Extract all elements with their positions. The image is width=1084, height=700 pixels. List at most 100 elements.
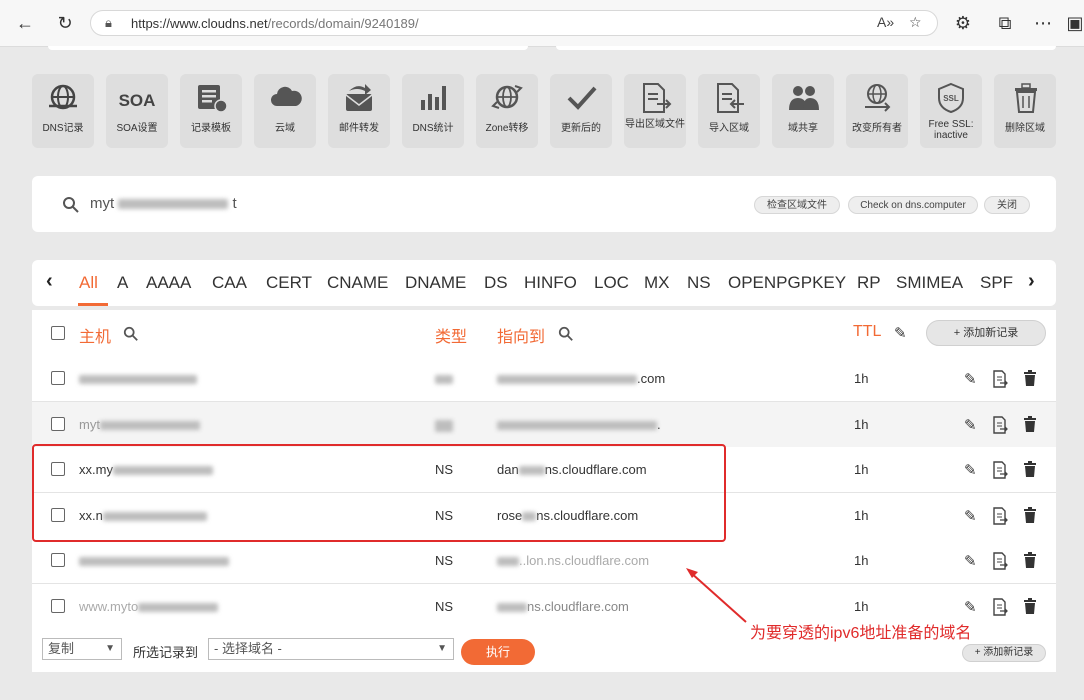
bulk-action-select[interactable]: 复制 ▼ [42, 638, 122, 660]
row-target: .com [497, 371, 665, 386]
tab-spf[interactable]: SPF [980, 273, 1013, 293]
execute-button[interactable]: 执行 [461, 639, 535, 665]
export-record-icon[interactable] [992, 416, 1008, 439]
add-record-button-footer[interactable]: + 添加新记录 [962, 644, 1046, 662]
reload-icon[interactable]: ↻ [54, 12, 76, 34]
tab-hinfo[interactable]: HINFO [524, 273, 577, 293]
row-checkbox[interactable] [51, 553, 65, 567]
edit-pencil-icon[interactable]: ✎ [964, 552, 977, 570]
edit-pencil-icon[interactable]: ✎ [894, 324, 907, 342]
chevron-right-icon[interactable]: › [1028, 270, 1035, 293]
tab-ds[interactable]: DS [484, 273, 508, 293]
move-to-label: 所选记录到 [133, 645, 199, 660]
tile-import-zone[interactable]: 导入区域 [698, 74, 760, 148]
row-ttl: 1h [854, 371, 869, 386]
column-host[interactable]: 主机 [79, 323, 111, 347]
check-dns-computer-button[interactable]: Check on dns.computer [848, 196, 978, 214]
tab-openpgpkey[interactable]: OPENPGPKEY [728, 273, 846, 293]
tab-dname[interactable]: DNAME [405, 273, 466, 293]
column-type[interactable]: 类型 [435, 323, 467, 347]
search-icon[interactable] [62, 196, 80, 214]
row-checkbox[interactable] [51, 599, 65, 613]
tile-dns-records[interactable]: DNS记录 [32, 74, 94, 148]
tile-free-ssl[interactable]: SSL Free SSL: inactive [920, 74, 982, 148]
column-points-to[interactable]: 指向到 [497, 323, 545, 347]
tile-cloud-domains[interactable]: 云域 [254, 74, 316, 148]
tile-export-zone[interactable]: 导出区域文件 [624, 74, 686, 148]
row-target: ns.cloudflare.com [497, 599, 629, 614]
target-domain-select[interactable]: - 选择域名 - ▼ [208, 638, 454, 660]
row-host: myt [79, 417, 200, 432]
table-row[interactable]: .com 1h ✎ [32, 356, 1056, 402]
extensions-icon[interactable]: ⚙ [952, 12, 974, 34]
tile-change-owner[interactable]: 改变所有者 [846, 74, 908, 148]
tab-mx[interactable]: MX [644, 273, 670, 293]
check-zone-file-button[interactable]: 检查区域文件 [754, 196, 840, 214]
favorite-star-icon[interactable]: ☆ [909, 14, 922, 31]
edit-pencil-icon[interactable]: ✎ [964, 598, 977, 616]
tile-zone-transfer[interactable]: Zone转移 [476, 74, 538, 148]
export-record-icon[interactable] [992, 552, 1008, 575]
row-checkbox[interactable] [51, 417, 65, 431]
address-bar[interactable]: 🔒︎ https://www.cloudns.net/records/domai… [90, 10, 938, 36]
delete-record-icon[interactable] [1023, 552, 1037, 573]
tile-delete-zone[interactable]: 删除区域 [994, 74, 1056, 148]
tile-mail-forwarding[interactable]: 邮件转发 [328, 74, 390, 148]
tab-rp[interactable]: RP [857, 273, 881, 293]
row-checkbox[interactable] [51, 371, 65, 385]
tab-aaaa[interactable]: AAAA [146, 273, 191, 293]
delete-record-icon[interactable] [1023, 598, 1037, 619]
tab-all[interactable]: All [79, 273, 98, 293]
export-record-icon[interactable] [992, 507, 1008, 530]
tile-record-templates[interactable]: 记录模板 [180, 74, 242, 148]
annotation-arrow [686, 568, 747, 623]
table-row[interactable]: myt . 1h ✎ [32, 402, 1056, 448]
table-row[interactable]: NS ..lon.ns.cloudflare.com 1h ✎ [32, 538, 1056, 584]
bar-chart-icon [421, 86, 446, 110]
edit-pencil-icon[interactable]: ✎ [964, 370, 977, 388]
export-record-icon[interactable] [992, 461, 1008, 484]
sidebar-icon[interactable]: ▣ [1064, 12, 1084, 34]
annotation-highlight-box [32, 444, 726, 542]
search-icon[interactable] [123, 326, 139, 342]
row-type: NS [435, 599, 454, 614]
tab-a[interactable]: A [117, 273, 128, 293]
annotation-text: 为要穿透的ipv6地址准备的域名 [750, 625, 972, 642]
tab-cname[interactable]: CNAME [327, 273, 388, 293]
add-record-button[interactable]: + 添加新记录 [926, 320, 1046, 346]
close-button[interactable]: 关闭 [984, 196, 1030, 214]
page-header-fragment [48, 46, 528, 50]
delete-record-icon[interactable] [1023, 370, 1037, 391]
ssl-shield-icon: SSL [938, 82, 964, 114]
tile-domain-sharing[interactable]: 域共享 [772, 74, 834, 148]
select-all-checkbox[interactable] [51, 326, 65, 340]
tab-smimea[interactable]: SMIMEA [896, 273, 963, 293]
edit-pencil-icon[interactable]: ✎ [964, 461, 977, 479]
read-aloud-icon[interactable]: A» [877, 14, 894, 30]
tab-loc[interactable]: LOC [594, 273, 629, 293]
delete-record-icon[interactable] [1023, 461, 1037, 482]
url-text: https://www.cloudns.net/records/domain/9… [131, 16, 419, 31]
edit-pencil-icon[interactable]: ✎ [964, 416, 977, 434]
collections-icon[interactable]: ⧉ [994, 12, 1016, 34]
delete-record-icon[interactable] [1023, 507, 1037, 528]
export-record-icon[interactable] [992, 370, 1008, 393]
column-ttl[interactable]: TTL [853, 323, 881, 341]
edit-pencil-icon[interactable]: ✎ [964, 507, 977, 525]
search-icon[interactable] [558, 326, 574, 342]
tab-cert[interactable]: CERT [266, 273, 312, 293]
tile-dns-stats[interactable]: DNS统计 [402, 74, 464, 148]
tab-ns[interactable]: NS [687, 273, 711, 293]
record-type-tabs: ‹ All A AAAA CAA CERT CNAME DNAME DS HIN… [32, 260, 1056, 306]
more-menu-icon[interactable]: ⋯ [1032, 12, 1054, 34]
export-record-icon[interactable] [992, 598, 1008, 621]
trash-icon [1015, 83, 1037, 113]
chevron-left-icon[interactable]: ‹ [46, 270, 53, 293]
back-arrow-icon[interactable]: ← [14, 12, 36, 34]
tab-caa[interactable]: CAA [212, 273, 247, 293]
tile-soa-settings[interactable]: SOA SOA设置 [106, 74, 168, 148]
lock-icon: 🔒︎ [105, 15, 112, 30]
tile-updated[interactable]: 更新后的 [550, 74, 612, 148]
row-host: www.myto [79, 599, 219, 614]
delete-record-icon[interactable] [1023, 416, 1037, 437]
